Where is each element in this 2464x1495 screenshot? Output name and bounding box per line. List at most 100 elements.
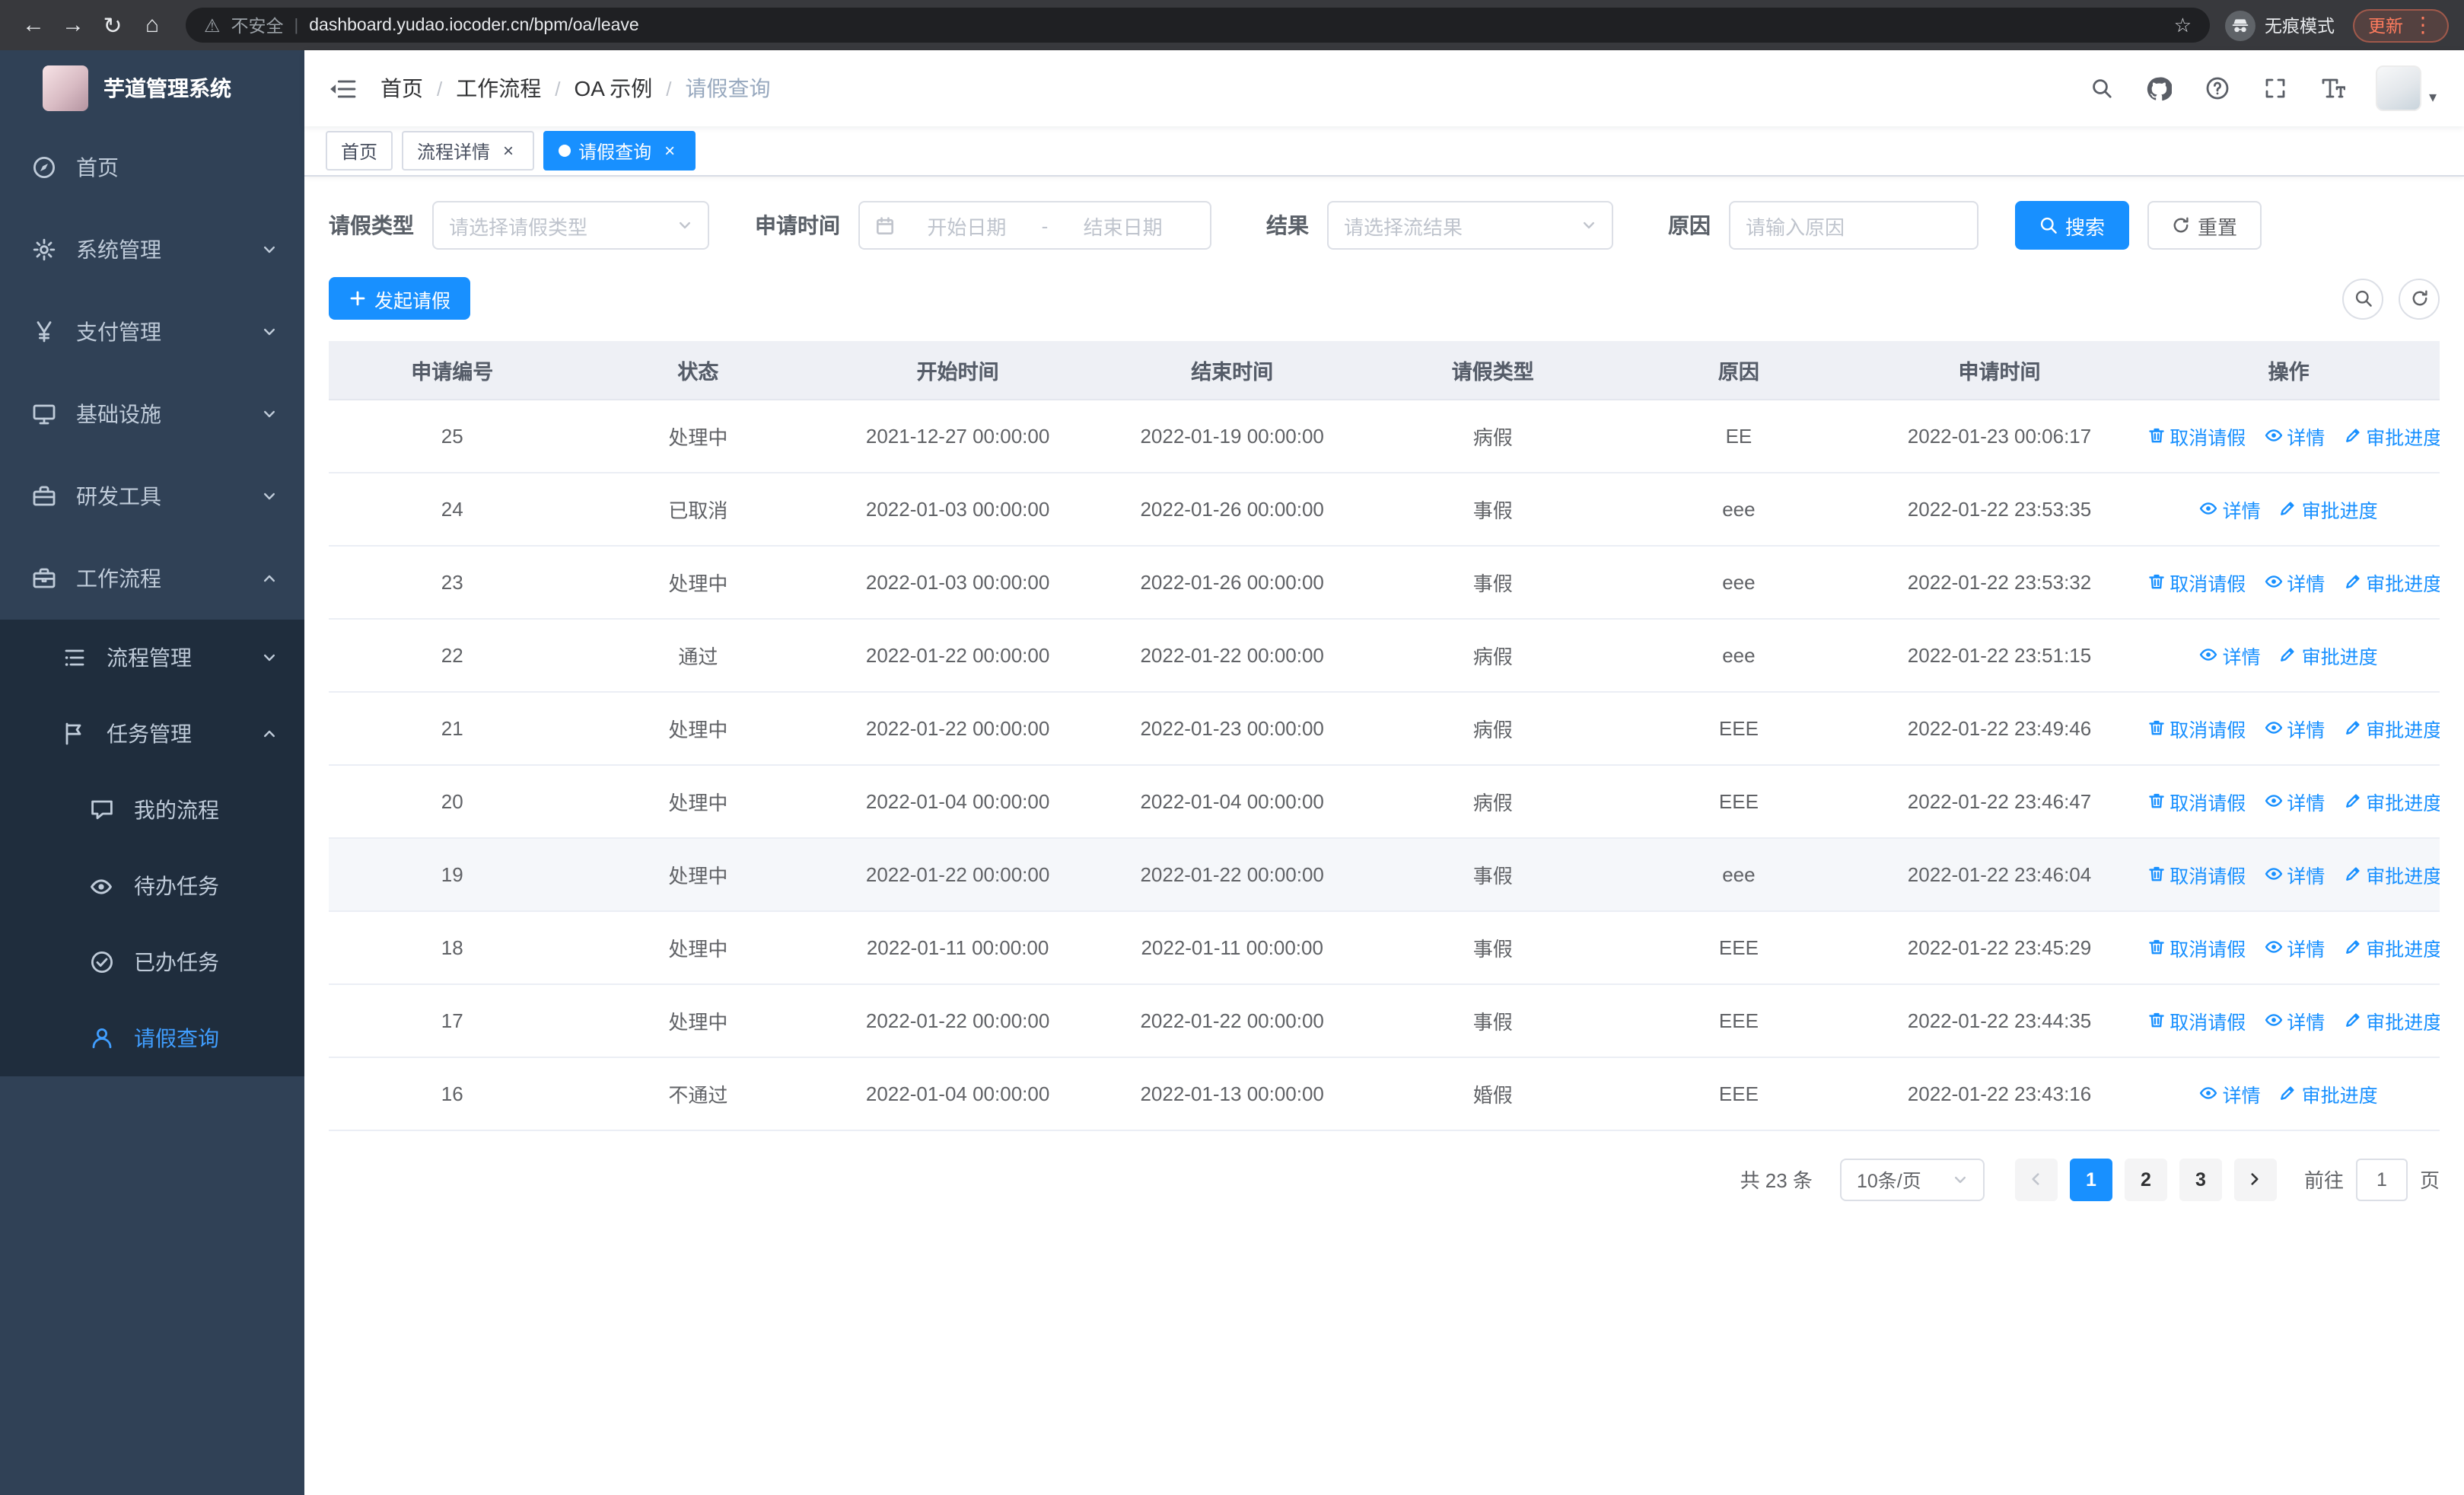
url-divider: | <box>294 16 299 34</box>
app-logo[interactable]: 芋道管理系统 <box>0 50 304 126</box>
address-bar[interactable]: ⚠ 不安全 | dashboard.yudao.iocoder.cn/bpm/o… <box>186 8 2210 43</box>
search-icon[interactable] <box>2087 73 2117 104</box>
trash-icon <box>2147 426 2165 445</box>
leave-type-select[interactable]: 请选择请假类型 <box>432 201 709 250</box>
page-size-select[interactable]: 10条/页 <box>1839 1158 1985 1200</box>
sidebar-item-dev-tools[interactable]: 研发工具 <box>0 455 304 537</box>
forward-button[interactable]: → <box>55 7 91 43</box>
tab-leave-query[interactable]: 请假查询 × <box>543 131 696 171</box>
sidebar-item-process-mgmt[interactable]: 流程管理 <box>0 620 304 696</box>
detail-link[interactable]: 详情 <box>2264 859 2325 888</box>
question-icon[interactable] <box>2202 73 2233 104</box>
breadcrumb-item[interactable]: OA 示例 <box>575 73 653 104</box>
tab-label: 首页 <box>341 141 378 162</box>
not-secure-label[interactable]: 不安全 <box>231 13 284 37</box>
tab-close-icon[interactable]: × <box>659 140 680 161</box>
breadcrumb-separator: / <box>666 77 672 100</box>
browser-menu-icon[interactable]: ⋮ <box>2412 12 2434 38</box>
tab-home[interactable]: 首页 <box>326 131 393 171</box>
reason-cell: EE <box>1616 399 1861 473</box>
fontsize-icon[interactable] <box>2318 73 2348 104</box>
sidebar-item-leave-query[interactable]: 请假查询 <box>0 1000 304 1076</box>
search-button[interactable]: 搜索 <box>2015 201 2130 250</box>
home-button[interactable]: ⌂ <box>134 7 170 43</box>
sidebar-item-task-mgmt[interactable]: 任务管理 <box>0 696 304 772</box>
cancel-leave-link[interactable]: 取消请假 <box>2147 1006 2246 1034</box>
prev-page-button[interactable] <box>2014 1158 2058 1200</box>
refresh-table-button[interactable] <box>2399 278 2440 319</box>
fullscreen-icon[interactable] <box>2260 73 2291 104</box>
leave-type-placeholder: 请选择请假类型 <box>449 215 588 238</box>
github-icon[interactable] <box>2144 73 2175 104</box>
sidebar-item-system-mgmt[interactable]: 系统管理 <box>0 209 304 291</box>
detail-link[interactable]: 详情 <box>2264 786 2325 815</box>
approval-progress-link[interactable]: 审批进度 <box>2343 421 2440 450</box>
detail-link[interactable]: 详情 <box>2200 640 2261 669</box>
apply-time-range[interactable]: 开始日期 - 结束日期 <box>858 201 1211 250</box>
cancel-leave-link[interactable]: 取消请假 <box>2147 786 2246 815</box>
approval-progress-link[interactable]: 审批进度 <box>2343 786 2440 815</box>
approval-progress-link[interactable]: 审批进度 <box>2343 859 2440 888</box>
page-size-value: 10条/页 <box>1856 1171 1921 1192</box>
end-time-cell: 2022-01-13 00:00:00 <box>1094 1057 1370 1130</box>
goto-page-input[interactable]: 1 <box>2355 1158 2408 1200</box>
approval-progress-link[interactable]: 审批进度 <box>2279 640 2378 669</box>
update-button[interactable]: 更新 ⋮ <box>2353 8 2449 42</box>
leave-type-cell: 事假 <box>1369 837 1617 911</box>
apply-time-cell: 2022-01-22 23:53:35 <box>1861 472 2138 546</box>
cancel-leave-link[interactable]: 取消请假 <box>2147 713 2246 742</box>
sidebar-item-home[interactable]: 首页 <box>0 126 304 209</box>
cancel-leave-link[interactable]: 取消请假 <box>2147 932 2246 961</box>
hamburger-icon[interactable] <box>304 50 380 126</box>
apply-time-cell: 2022-01-22 23:46:04 <box>1861 837 2138 911</box>
cancel-leave-link[interactable]: 取消请假 <box>2147 421 2246 450</box>
detail-link[interactable]: 详情 <box>2264 421 2325 450</box>
yen-icon <box>30 319 56 345</box>
detail-link[interactable]: 详情 <box>2200 494 2261 523</box>
toggle-search-button[interactable] <box>2342 278 2383 319</box>
status-cell: 处理中 <box>575 910 821 984</box>
cancel-leave-link[interactable]: 取消请假 <box>2147 567 2246 596</box>
reason-cell: EEE <box>1616 691 1861 765</box>
status-cell: 处理中 <box>575 983 821 1057</box>
bookmark-star-icon[interactable]: ☆ <box>2174 13 2192 37</box>
page-button-3[interactable]: 3 <box>2179 1158 2222 1200</box>
reset-button[interactable]: 重置 <box>2147 201 2262 250</box>
approval-progress-link[interactable]: 审批进度 <box>2343 713 2440 742</box>
approval-progress-link[interactable]: 审批进度 <box>2343 567 2440 596</box>
approval-progress-link[interactable]: 审批进度 <box>2279 1079 2378 1108</box>
apply-time-cell: 2022-01-22 23:46:47 <box>1861 764 2138 838</box>
detail-link[interactable]: 详情 <box>2264 932 2325 961</box>
sidebar-item-done-tasks[interactable]: 已办任务 <box>0 924 304 1000</box>
sidebar-item-payment-mgmt[interactable]: 支付管理 <box>0 291 304 373</box>
cancel-leave-link[interactable]: 取消请假 <box>2147 859 2246 888</box>
url-text[interactable]: dashboard.yudao.iocoder.cn/bpm/oa/leave <box>309 16 2163 34</box>
next-page-button[interactable] <box>2233 1158 2277 1200</box>
approval-progress-link[interactable]: 审批进度 <box>2343 1006 2440 1034</box>
user-menu[interactable]: ▾ <box>2375 65 2437 111</box>
reason-input[interactable]: 请输入原因 <box>1729 201 1979 250</box>
back-button[interactable]: ← <box>15 7 52 43</box>
sidebar-item-my-processes[interactable]: 我的流程 <box>0 772 304 848</box>
column-header: 状态 <box>575 341 821 400</box>
detail-link[interactable]: 详情 <box>2200 1079 2261 1108</box>
page-button-2[interactable]: 2 <box>2124 1158 2167 1200</box>
detail-link[interactable]: 详情 <box>2264 567 2325 596</box>
avatar[interactable] <box>2375 65 2421 111</box>
detail-link[interactable]: 详情 <box>2264 713 2325 742</box>
view-eye-icon <box>2264 792 2282 810</box>
tab-close-icon[interactable]: × <box>498 140 519 161</box>
approval-progress-link[interactable]: 审批进度 <box>2279 494 2378 523</box>
result-select[interactable]: 请选择流结果 <box>1327 201 1613 250</box>
page-button-1[interactable]: 1 <box>2069 1158 2112 1200</box>
sidebar-item-todo-tasks[interactable]: 待办任务 <box>0 848 304 924</box>
breadcrumb-item[interactable]: 首页 <box>380 73 423 104</box>
reload-button[interactable]: ↻ <box>94 7 131 43</box>
sidebar-item-infrastructure[interactable]: 基础设施 <box>0 373 304 455</box>
approval-progress-link[interactable]: 审批进度 <box>2343 932 2440 961</box>
sidebar-item-workflow[interactable]: 工作流程 <box>0 537 304 620</box>
tab-process-detail[interactable]: 流程详情 × <box>402 131 535 171</box>
detail-link[interactable]: 详情 <box>2264 1006 2325 1034</box>
breadcrumb-item[interactable]: 工作流程 <box>456 73 541 104</box>
create-leave-button[interactable]: 发起请假 <box>329 277 471 320</box>
